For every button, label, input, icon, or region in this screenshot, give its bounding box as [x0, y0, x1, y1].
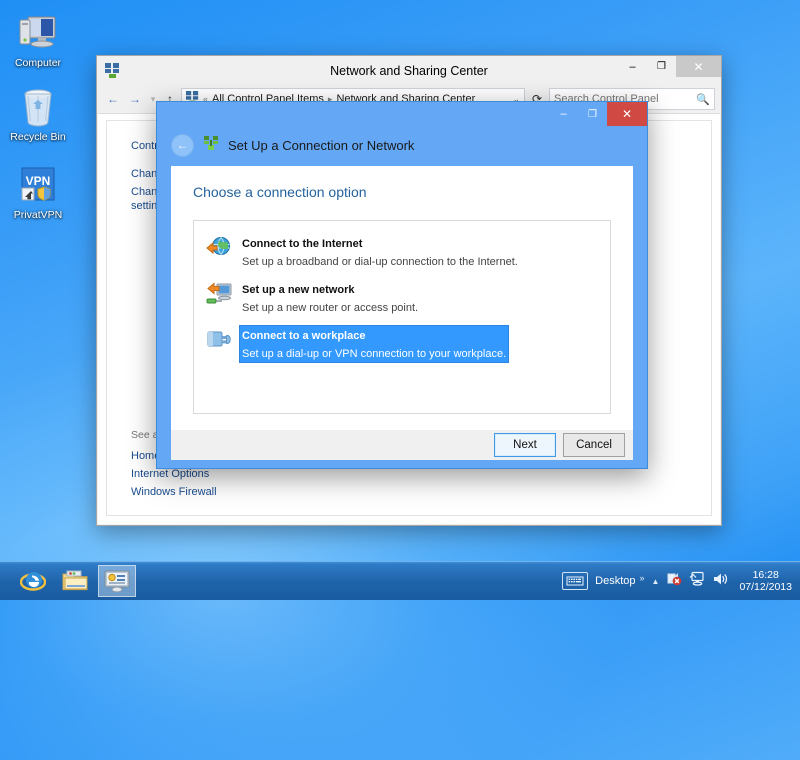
dialog-title-bar[interactable]: – ❐ ✕	[157, 102, 647, 128]
dialog-footer: Next Cancel	[171, 430, 633, 460]
explorer-window-buttons[interactable]: – ❐ ✕	[618, 56, 721, 77]
dialog-heading: Choose a connection option	[171, 166, 633, 200]
taskbar-item-file-explorer[interactable]	[56, 565, 94, 597]
svg-text:VPN: VPN	[26, 174, 51, 188]
desktop-icon-label: Computer	[2, 57, 74, 69]
desktop-icon-label: PrivatVPN	[2, 209, 74, 221]
action-center-icon[interactable]	[689, 571, 705, 591]
cancel-button[interactable]: Cancel	[563, 433, 625, 457]
globe-connect-icon	[206, 235, 232, 261]
vpn-shortcut-icon: VPN	[2, 160, 74, 206]
back-arrow-icon[interactable]: ←	[171, 134, 194, 157]
desktop[interactable]: Computer Recycle Bin VPN	[0, 0, 800, 600]
forward-button[interactable]: →	[125, 89, 145, 109]
clock[interactable]: 16:28 07/12/2013	[735, 569, 792, 593]
option-connect-to-the-internet[interactable]: Connect to the Internet Set up a broadba…	[200, 231, 604, 277]
close-button[interactable]: ✕	[676, 56, 721, 77]
option-description: Set up a dial-up or VPN connection to yo…	[242, 348, 506, 360]
dialog-body: Choose a connection option Connect t	[171, 166, 633, 430]
desktop-toolbar-overflow-icon[interactable]: »	[640, 573, 645, 583]
option-text: Set up a new network Set up a new router…	[240, 280, 420, 316]
network-error-icon[interactable]	[666, 571, 682, 591]
show-hidden-icons-button[interactable]: ▲	[652, 577, 660, 586]
desktop-icon-label: Recycle Bin	[2, 131, 74, 143]
dialog-minimize-button[interactable]: –	[549, 102, 578, 126]
option-title: Set up a new network	[242, 284, 354, 296]
dialog-close-button[interactable]: ✕	[607, 102, 647, 126]
explorer-title-bar[interactable]: Network and Sharing Center – ❐ ✕	[97, 56, 721, 86]
option-title: Connect to a workplace	[242, 330, 365, 342]
desktop-icon-privatvpn[interactable]: VPN PrivatVPN	[2, 160, 74, 221]
clock-date: 07/12/2013	[739, 581, 792, 593]
option-set-up-a-new-network[interactable]: Set up a new network Set up a new router…	[200, 277, 604, 323]
taskbar-item-control-panel[interactable]	[98, 565, 136, 597]
network-sharing-icon	[105, 63, 120, 83]
desktop-icon-recycle-bin[interactable]: Recycle Bin	[2, 82, 74, 143]
option-text: Connect to a workplace Set up a dial-up …	[240, 326, 508, 362]
taskbar-item-internet-explorer[interactable]	[14, 565, 52, 597]
keyboard-icon[interactable]	[562, 572, 588, 590]
desktop-icon-computer[interactable]: Computer	[2, 8, 74, 69]
dialog-window-buttons[interactable]: – ❐ ✕	[549, 102, 647, 126]
option-description: Set up a new router or access point.	[242, 302, 418, 314]
see-also-windows-firewall[interactable]: Windows Firewall	[131, 485, 361, 499]
volume-icon[interactable]	[712, 572, 728, 591]
back-button[interactable]: ←	[103, 89, 123, 109]
taskbar[interactable]: Desktop » ▲	[0, 561, 800, 600]
recycle-bin-icon	[2, 82, 74, 128]
next-button[interactable]: Next	[494, 433, 556, 457]
dialog-maximize-button[interactable]: ❐	[578, 102, 607, 126]
system-tray[interactable]: Desktop » ▲	[562, 569, 800, 593]
clock-time: 16:28	[739, 569, 792, 581]
taskbar-items[interactable]	[0, 565, 136, 597]
desktop-toolbar-label[interactable]: Desktop	[595, 575, 635, 587]
see-also-internet-options[interactable]: Internet Options	[131, 467, 361, 481]
network-setup-icon	[203, 135, 219, 156]
new-network-icon	[206, 281, 232, 307]
computer-icon	[2, 8, 74, 54]
option-connect-to-a-workplace[interactable]: Connect to a workplace Set up a dial-up …	[200, 323, 604, 369]
minimize-button[interactable]: –	[618, 56, 647, 77]
dialog-header: ← Set Up a Connection or Network	[157, 128, 647, 162]
search-icon: 🔍	[696, 93, 710, 106]
option-text: Connect to the Internet Set up a broadba…	[240, 234, 520, 270]
dialog-title: Set Up a Connection or Network	[228, 138, 414, 153]
option-description: Set up a broadband or dial-up connection…	[242, 256, 518, 268]
maximize-button[interactable]: ❐	[647, 56, 676, 77]
connection-options-list[interactable]: Connect to the Internet Set up a broadba…	[193, 220, 611, 414]
workplace-plug-icon	[206, 327, 232, 353]
option-title: Connect to the Internet	[242, 238, 362, 250]
set-up-connection-dialog[interactable]: – ❐ ✕ ← Set Up a Connection or Network C	[156, 101, 648, 469]
